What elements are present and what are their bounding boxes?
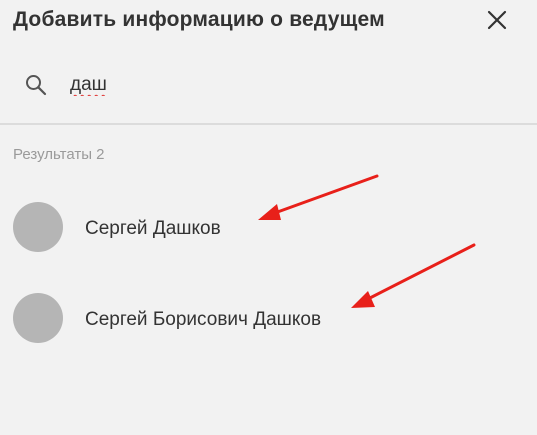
divider [0, 123, 537, 125]
result-item[interactable]: Сергей Борисович Дашков [0, 289, 537, 349]
close-button[interactable] [482, 5, 512, 35]
close-icon [487, 10, 507, 30]
result-item[interactable]: Сергей Дашков [0, 198, 537, 258]
search-input[interactable] [70, 70, 510, 100]
result-name: Сергей Дашков [85, 218, 221, 239]
result-name: Сергей Борисович Дашков [85, 309, 322, 330]
search-icon [26, 75, 47, 96]
results-count: Результаты 2 [13, 146, 105, 163]
avatar [13, 202, 63, 252]
dialog-title: Добавить информацию о ведущем [13, 8, 385, 31]
avatar [13, 293, 63, 343]
search-bar [0, 60, 537, 122]
